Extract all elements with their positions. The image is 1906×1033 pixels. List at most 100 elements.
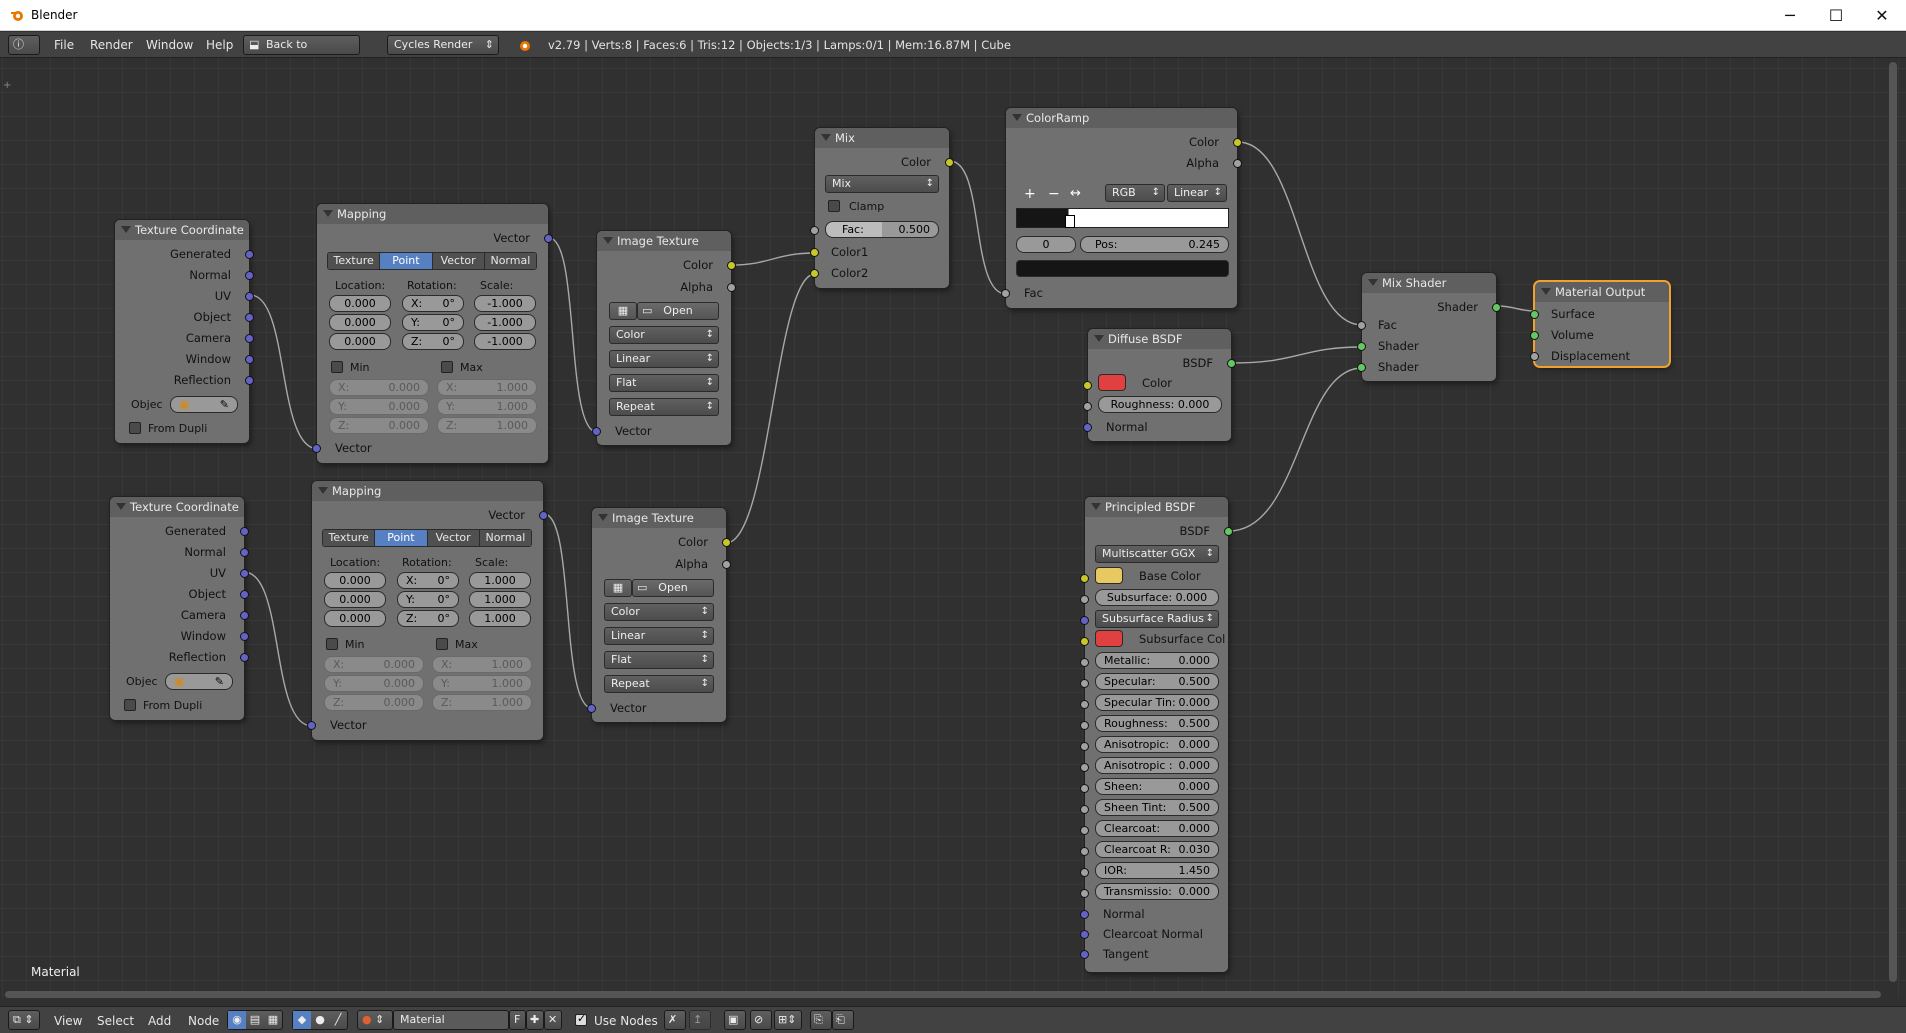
principled-field-2[interactable]: Specular: 0.500: [1095, 673, 1219, 690]
socket-input-11[interactable]: [1080, 868, 1089, 877]
scale-x-field[interactable]: 1.000: [469, 572, 531, 589]
min-checkbox[interactable]: [326, 638, 338, 650]
socket-color[interactable]: [727, 261, 736, 270]
node-editor-canvas[interactable]: [0, 58, 1906, 998]
extension-select[interactable]: Repeat: [604, 675, 714, 693]
node-header[interactable]: Material Output: [1535, 282, 1669, 302]
socket-reflection[interactable]: [245, 376, 254, 385]
socket-roughness-in[interactable]: [1083, 402, 1092, 411]
object-shader-icon[interactable]: ◆: [293, 1011, 311, 1029]
unlink-material-button[interactable]: ✕: [544, 1010, 562, 1030]
socket-fac[interactable]: [810, 226, 819, 235]
socket-vector-in[interactable]: [307, 721, 316, 730]
tab-vector[interactable]: Vector: [427, 530, 480, 546]
color-ramp-node[interactable]: ColorRamp Color Alpha + − ↔ RGB Linear 0…: [1001, 108, 1242, 308]
socket-vector-out[interactable]: [539, 511, 548, 520]
socket-input-2[interactable]: [1080, 679, 1089, 688]
color-mode-select[interactable]: RGB: [1105, 184, 1165, 202]
socket-input-6[interactable]: [1080, 763, 1089, 772]
rotation-y-field[interactable]: Y: 0°: [402, 314, 464, 331]
max-checkbox[interactable]: [441, 361, 453, 373]
rotation-y-field[interactable]: Y: 0°: [397, 591, 459, 608]
mix-rgb-node[interactable]: Mix Color Mix Clamp Fac: 0.500 Color1 Col…: [810, 128, 954, 288]
scale-y-field[interactable]: 1.000: [469, 591, 531, 608]
node-header[interactable]: Mapping: [317, 204, 548, 224]
material-name-field[interactable]: Material: [393, 1010, 509, 1030]
roughness-field[interactable]: Roughness: 0.000: [1098, 396, 1222, 413]
ramp-stop-handle[interactable]: [1065, 215, 1075, 228]
socket-input-9[interactable]: [1080, 826, 1089, 835]
fake-user-button[interactable]: F: [509, 1010, 526, 1030]
node-header[interactable]: Mix Shader: [1362, 273, 1496, 293]
tab-vector[interactable]: Vector: [432, 253, 485, 269]
principled-field-4[interactable]: Roughness: 0.500: [1095, 715, 1219, 732]
rotation-z-field[interactable]: Z: 0°: [402, 333, 464, 350]
interpolation-select[interactable]: Linear: [609, 350, 719, 368]
remove-stop-button[interactable]: −: [1048, 186, 1060, 202]
clamp-checkbox[interactable]: [828, 200, 840, 212]
principled-field-7[interactable]: Sheen: 0.000: [1095, 778, 1219, 795]
socket-bsdf-out[interactable]: [1227, 359, 1236, 368]
socket-shader-out[interactable]: [1492, 303, 1501, 312]
image-texture-node-2[interactable]: Image Texture Color Alpha ▦ ▭ Open Color …: [587, 508, 731, 722]
socket-shader1[interactable]: [1357, 342, 1366, 351]
socket-window[interactable]: [245, 355, 254, 364]
socket-alpha[interactable]: [727, 283, 736, 292]
scale-z-field[interactable]: 1.000: [469, 610, 531, 627]
projection-select[interactable]: Flat: [604, 651, 714, 669]
node-header[interactable]: Mapping: [312, 481, 543, 501]
socket-vector-out[interactable]: [544, 234, 553, 243]
socket-color-out[interactable]: [1233, 138, 1242, 147]
maximize-button[interactable]: ☐: [1813, 0, 1859, 31]
location-z-field[interactable]: 0.000: [324, 610, 386, 627]
minimize-button[interactable]: ─: [1767, 0, 1813, 31]
mapping-type-tabs[interactable]: Texture Point Vector Normal: [322, 529, 532, 547]
toolshelf-toggle-icon[interactable]: +: [3, 80, 11, 91]
snap-element-select[interactable]: ⊞⇕: [774, 1010, 802, 1030]
scale-z-field[interactable]: -1.000: [474, 333, 536, 350]
node-header[interactable]: Texture Coordinate: [115, 220, 249, 240]
socket-color2[interactable]: [810, 269, 819, 278]
rotation-z-field[interactable]: Z: 0°: [397, 610, 459, 627]
principled-bsdf-node[interactable]: Principled BSDF BSDF Multiscatter GGX Ba…: [1080, 497, 1233, 972]
socket-tangent[interactable]: [1080, 950, 1089, 959]
socket-object[interactable]: [245, 313, 254, 322]
location-x-field[interactable]: 0.000: [329, 295, 391, 312]
principled-field-1[interactable]: Metallic: 0.000: [1095, 652, 1219, 669]
add-stop-button[interactable]: +: [1024, 186, 1036, 202]
menu-view[interactable]: View: [54, 1014, 82, 1028]
min-checkbox[interactable]: [331, 361, 343, 373]
stop-position-field[interactable]: Pos: 0.245: [1080, 236, 1229, 253]
editor-type-info-button[interactable]: ⓘ ⇕: [8, 35, 40, 69]
socket-volume[interactable]: [1530, 331, 1539, 340]
paste-nodes-button[interactable]: ⎗: [832, 1010, 854, 1030]
distribution-select[interactable]: Multiscatter GGX: [1095, 545, 1219, 563]
socket-input-4[interactable]: [1080, 721, 1089, 730]
socket-base-color[interactable]: [1080, 574, 1089, 583]
fac-slider[interactable]: Fac: 0.500: [825, 221, 939, 238]
socket-color-out[interactable]: [945, 158, 954, 167]
socket-fac-in[interactable]: [1001, 289, 1010, 298]
mapping-type-tabs[interactable]: Texture Point Vector Normal: [327, 252, 537, 270]
socket-shader2[interactable]: [1357, 363, 1366, 372]
principled-field-8[interactable]: Sheen Tint: 0.500: [1095, 799, 1219, 816]
socket-color1[interactable]: [810, 248, 819, 257]
node-header[interactable]: Mix: [815, 128, 949, 148]
menu-file[interactable]: File: [54, 38, 74, 52]
eyedropper-icon[interactable]: ✎: [220, 397, 229, 412]
location-x-field[interactable]: 0.000: [324, 572, 386, 589]
socket-generated[interactable]: [240, 527, 249, 536]
principled-field-10[interactable]: Clearcoat R: 0.030: [1095, 841, 1219, 858]
open-image-button[interactable]: ▭ Open: [632, 579, 714, 597]
object-picker[interactable]: ▣ ✎: [165, 673, 233, 690]
rotation-x-field[interactable]: X: 0°: [402, 295, 464, 312]
principled-field-5[interactable]: Anisotropic: 0.000: [1095, 736, 1219, 753]
diffuse-bsdf-node[interactable]: Diffuse BSDF BSDF Color Roughness: 0.000…: [1083, 329, 1236, 441]
stop-index-field[interactable]: 0: [1016, 236, 1076, 253]
linestyle-shader-icon[interactable]: ╱: [329, 1011, 347, 1029]
scale-y-field[interactable]: -1.000: [474, 314, 536, 331]
world-shader-icon[interactable]: ●: [311, 1011, 329, 1029]
tab-texture[interactable]: Texture: [323, 530, 376, 546]
texture-coordinate-node-1[interactable]: Texture Coordinate Generated Normal UV O…: [115, 220, 254, 443]
interpolation-select[interactable]: Linear: [1167, 184, 1227, 202]
